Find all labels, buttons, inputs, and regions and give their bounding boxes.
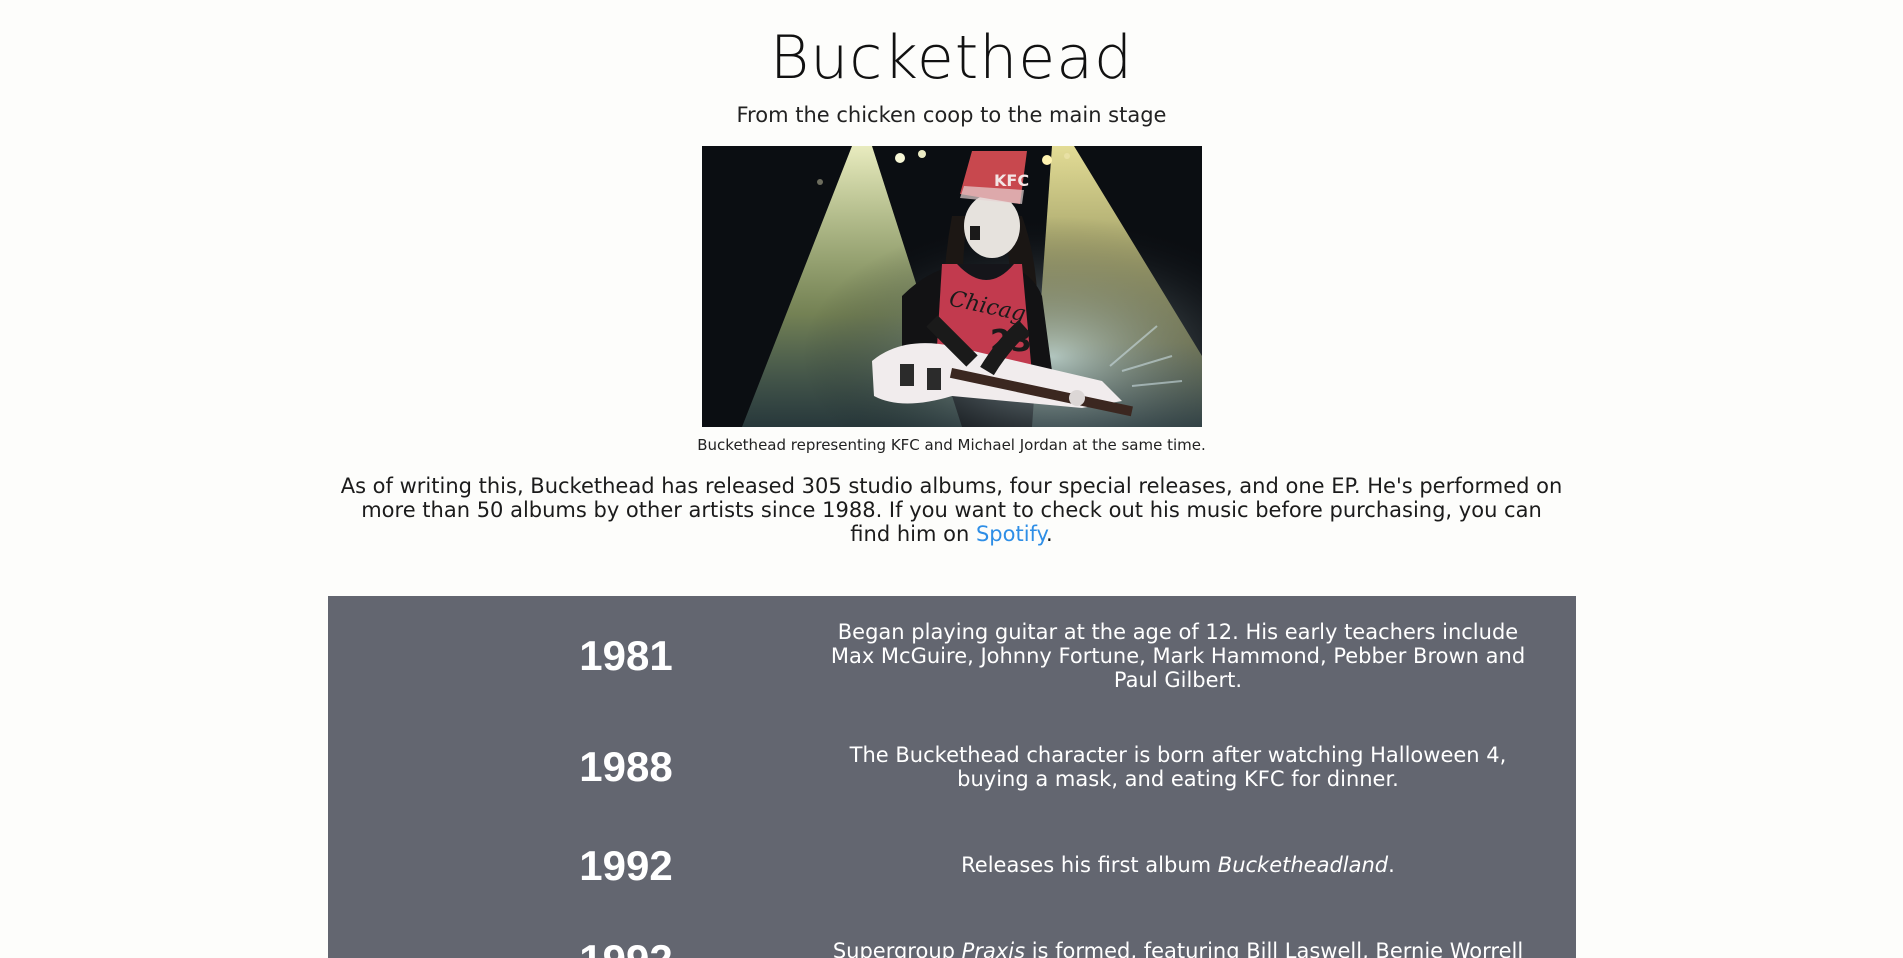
event-text: Supergroup	[832, 939, 962, 958]
intro-text-end: .	[1046, 522, 1053, 546]
event-text-end: is formed, featuring Bill Laswell, Berni…	[1025, 939, 1524, 958]
page-subtitle: From the chicken coop to the main stage	[736, 103, 1167, 127]
buckethead-photo: Chicag 23 KFC	[702, 146, 1202, 427]
event-text-end: .	[1388, 853, 1395, 877]
page: Buckethead From the chicken coop to the …	[0, 0, 1903, 958]
timeline-year: 1992	[579, 842, 673, 889]
timeline-year: 1988	[579, 743, 673, 790]
intro-text: As of writing this, Buckethead has relea…	[340, 474, 1563, 546]
page-title: Buckethead	[769, 23, 1134, 93]
band-name: Praxis	[961, 939, 1026, 958]
album-title: Bucketheadland	[1217, 853, 1389, 877]
image-caption: Buckethead representing KFC and Michael …	[697, 436, 1206, 454]
spotify-link[interactable]: Spotify	[976, 522, 1046, 546]
event-text: Releases his first album	[961, 853, 1218, 877]
timeline-year: 1992	[448, 936, 804, 958]
timeline-event: The Buckethead character is born after w…	[849, 743, 1507, 791]
timeline-event: Began playing guitar at the age of 12. H…	[830, 620, 1526, 692]
timeline-event: Supergroup Praxis is formed, featuring B…	[823, 939, 1533, 958]
timeline-event: Releases his first album Bucketheadland.	[823, 853, 1533, 877]
svg-text:KFC: KFC	[994, 171, 1029, 190]
timeline-year: 1981	[579, 632, 673, 679]
intro-paragraph: As of writing this, Buckethead has relea…	[340, 474, 1563, 546]
timeline: 1981 Began playing guitar at the age of …	[328, 596, 1576, 958]
